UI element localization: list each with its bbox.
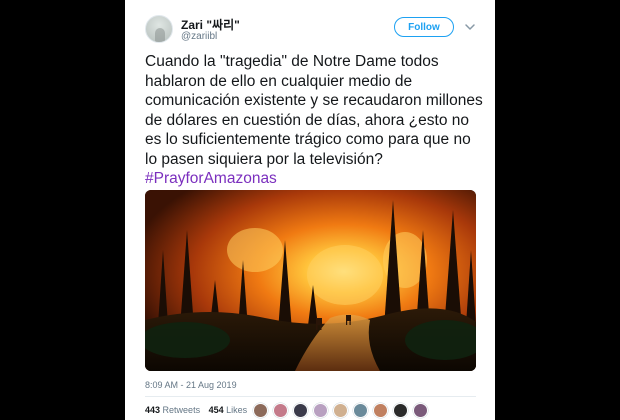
- tweet-header: Zari "싸리" @zariibl Follow: [125, 0, 495, 50]
- retweets-stat[interactable]: 443 Retweets: [145, 405, 200, 415]
- tweet-media-image[interactable]: [145, 190, 476, 371]
- retweets-label: Retweets: [162, 405, 201, 415]
- liker-avatars: [253, 403, 433, 420]
- tweet-stats: 443 Retweets 454 Likes: [145, 405, 253, 415]
- tweet-body: Cuando la "tragedia" de Notre Dame todos…: [145, 53, 483, 168]
- chevron-down-icon[interactable]: [464, 22, 476, 32]
- hashtag-link[interactable]: #PrayforAmazonas: [145, 170, 277, 187]
- follow-button[interactable]: Follow: [394, 17, 454, 37]
- liker-avatar[interactable]: [293, 403, 308, 418]
- likes-count: 454: [208, 405, 224, 415]
- liker-avatar[interactable]: [413, 403, 428, 418]
- user-handle[interactable]: @zariibl: [181, 31, 217, 42]
- tweet-card: Zari "싸리" @zariibl Follow Cuando la "tra…: [125, 0, 495, 420]
- liker-avatar[interactable]: [273, 403, 288, 418]
- likes-stat[interactable]: 454 Likes: [209, 405, 248, 415]
- liker-avatar[interactable]: [333, 403, 348, 418]
- liker-avatar[interactable]: [353, 403, 368, 418]
- liker-avatar[interactable]: [393, 403, 408, 418]
- tweet-timestamp[interactable]: 8:09 AM - 21 Aug 2019: [145, 380, 237, 390]
- likes-label: Likes: [226, 405, 248, 415]
- avatar[interactable]: [145, 15, 173, 43]
- liker-avatar[interactable]: [313, 403, 328, 418]
- liker-avatar[interactable]: [253, 403, 268, 418]
- retweets-count: 443: [145, 405, 161, 415]
- liker-avatar[interactable]: [373, 403, 388, 418]
- divider: [145, 396, 476, 397]
- forest-fire-photo: [145, 190, 476, 371]
- tweet-text: Cuando la "tragedia" de Notre Dame todos…: [145, 52, 485, 189]
- avatar-figure: [155, 28, 165, 42]
